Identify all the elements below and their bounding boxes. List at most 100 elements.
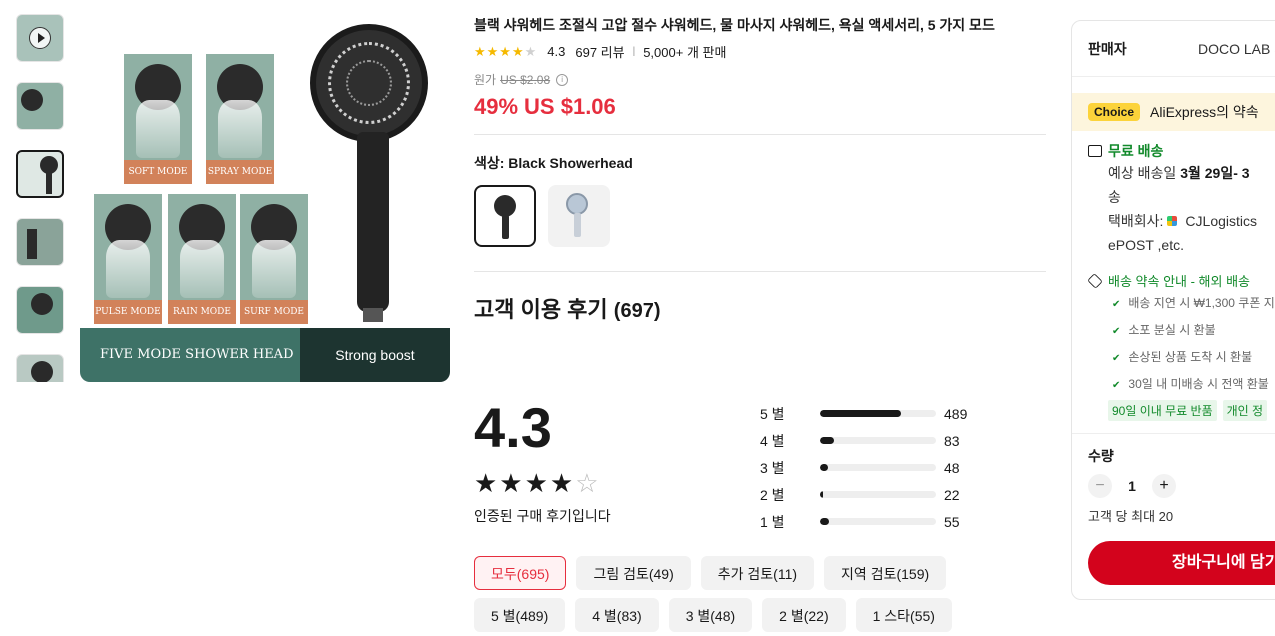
rating-row-2-star: 2 별 22 (760, 486, 960, 503)
thumbnail-2[interactable] (16, 82, 64, 130)
info-icon[interactable]: i (556, 73, 569, 86)
thumbnail-list (16, 14, 68, 382)
promise-item: ✔ 30일 내 미배송 시 전액 환불 (1112, 377, 1269, 391)
promise-item: ✔ 소포 분실 시 환불 (1112, 323, 1216, 337)
shower-head-icon (31, 293, 53, 315)
thumbnail-4[interactable] (16, 218, 64, 266)
star-rating-icon[interactable]: ★★★★★ (474, 44, 537, 60)
divider (474, 271, 1046, 272)
shower-head-illustration (310, 24, 428, 142)
filter-chip[interactable]: 지역 검토(159) (824, 556, 947, 590)
rating-row-5-star: 5 별 489 (760, 405, 968, 422)
shower-handle-illustration (357, 132, 389, 312)
rating-bar-fill (820, 491, 824, 498)
delivery-promise-link[interactable]: 배송 약속 안내 - 해외 배송 (1087, 271, 1274, 290)
mode-panel-soft: SOFT MODE (124, 54, 192, 184)
review-count-link[interactable]: 697 리뷰 (575, 42, 624, 61)
choice-badge: Choice (1088, 103, 1141, 121)
thumbnail-5[interactable] (16, 286, 64, 334)
promise-item: ✔ 손상된 상품 도착 시 환불 (1112, 350, 1253, 364)
image-banner: FIVE MODE SHOWER HEAD Strong boost (80, 328, 450, 382)
rating-distribution: 5 별 489 4 별 83 3 별 48 2 별 22 1 별 55 (760, 400, 1010, 535)
rating-count: 22 (944, 486, 960, 503)
quantity-limit: 고객 당 최대 20 (1088, 509, 1174, 524)
rating-value: 4.3 (547, 44, 566, 59)
rating-bar-fill (820, 410, 902, 417)
filter-chip[interactable]: 모두(695) (474, 556, 567, 590)
rating-bar-fill (820, 464, 829, 471)
purchase-panel: 판매자 DOCO LAB S Choice AliExpress의 약속 무료 … (1071, 20, 1275, 600)
package-icon (1087, 272, 1103, 289)
eta-date: 3월 29일- 3 (1180, 165, 1250, 181)
shower-head-icon (21, 89, 43, 111)
rating-row-4-star: 4 별 83 (760, 432, 960, 449)
check-icon: ✔ (1112, 299, 1121, 310)
rating-count: 55 (944, 513, 960, 530)
check-icon: ✔ (1112, 380, 1121, 391)
thumbnail-video[interactable] (16, 14, 64, 62)
average-stars-icon: ★★★★☆ (474, 468, 601, 498)
product-title: 블랙 샤워헤드 조절식 고압 절수 샤워헤드, 물 마사지 샤워헤드, 욕실 액… (474, 17, 995, 33)
rating-bar (820, 464, 936, 471)
mode-panel-pulse: PULSE MODE (94, 194, 162, 324)
filter-chip[interactable]: 그림 검토(49) (576, 556, 691, 590)
rating-row-1-star: 1 별 55 (760, 513, 960, 530)
check-icon: ✔ (1112, 353, 1121, 364)
average-score: 4.3 (474, 396, 552, 459)
quantity-value[interactable]: 1 (1112, 478, 1152, 494)
rating-bar-fill (820, 437, 834, 444)
rating-bar (820, 518, 936, 525)
minus-button[interactable]: − (1088, 474, 1112, 498)
rating-row-3-star: 3 별 48 (760, 459, 960, 476)
sale-price: 49% US $1.06 (474, 94, 1046, 120)
original-price: 원가 US $2.08 i (474, 71, 1046, 88)
free-shipping: 무료 배송 (1108, 143, 1164, 159)
rating-bar-fill (820, 518, 830, 525)
filter-chip[interactable]: 2 별(22) (762, 598, 846, 632)
divider (474, 134, 1046, 135)
rating-bar (820, 410, 936, 417)
review-summary: 4.3 ★★★★☆ 인증된 구매 후기입니다 5 별 489 4 별 83 3 별 48 2… (474, 396, 1034, 530)
rating-count: 48 (944, 459, 960, 476)
filter-chip[interactable]: 4 별(83) (575, 598, 659, 632)
discount-percent: 49% (474, 94, 519, 119)
quantity-stepper: − 1 + (1072, 466, 1275, 498)
promise-tag: 개인 정 (1222, 400, 1268, 421)
plus-button[interactable]: + (1152, 474, 1176, 498)
price-value: US $1.06 (524, 94, 616, 119)
color-swatches (474, 185, 1046, 247)
rating-bar (820, 491, 936, 498)
cj-logistics-icon (1167, 216, 1178, 226)
product-info: 블랙 샤워헤드 조절식 고압 절수 샤워헤드, 물 마사지 샤워헤드, 욕실 액… (474, 14, 1046, 324)
rating-count: 83 (944, 432, 960, 449)
shipping-info: 무료 배송 예상 배송일 3월 29일- 3 송 택배회사: CJLogistic… (1072, 131, 1275, 421)
swatch-black[interactable] (474, 185, 536, 247)
rating-row: ★★★★★ 4.3 697 리뷰 | 5,000+ 개 판매 (474, 42, 727, 61)
truck-icon (1088, 145, 1102, 157)
review-filters: 모두(695) 그림 검토(49) 추가 검토(11) 지역 검토(159) 5 별(… (474, 556, 1034, 636)
filter-chip[interactable]: 1 스타(55) (855, 598, 952, 632)
filter-chip[interactable]: 추가 검토(11) (700, 556, 815, 590)
thumbnail-6[interactable] (16, 354, 64, 382)
quantity-label: 수량 (1088, 448, 1114, 464)
rating-count: 489 (944, 405, 968, 422)
verified-note: 인증된 구매 후기입니다 (474, 508, 611, 524)
promise-item: ✔ 배송 지연 시 ₩1,300 쿠폰 지 (1112, 296, 1275, 310)
rating-bar (820, 437, 936, 444)
mode-panel-rain: RAIN MODE (168, 194, 236, 324)
thumbnail-3[interactable] (16, 150, 64, 198)
sold-count: 5,000+ 개 판매 (643, 45, 727, 60)
seller-link[interactable]: DOCO LAB S (1198, 41, 1275, 57)
filter-chip[interactable]: 3 별(48) (668, 598, 753, 632)
filter-chip[interactable]: 5 별(489) (474, 598, 566, 632)
seller-row: 판매자 DOCO LAB S (1072, 21, 1275, 77)
shower-head-icon (31, 361, 53, 382)
add-to-cart-button[interactable]: 장바구니에 담기 (1088, 541, 1275, 585)
swatch-silver[interactable] (548, 185, 610, 247)
mode-panel-spray: SPRAY MODE (206, 54, 274, 184)
choice-banner[interactable]: Choice AliExpress의 약속 (1072, 93, 1275, 131)
promise-tag: 90일 이내 무료 반품 (1108, 400, 1217, 421)
play-icon (29, 27, 51, 49)
check-icon: ✔ (1112, 326, 1121, 337)
main-product-image[interactable]: SOFT MODE SPRAY MODE PULSE MODE RAIN MOD… (80, 14, 450, 382)
